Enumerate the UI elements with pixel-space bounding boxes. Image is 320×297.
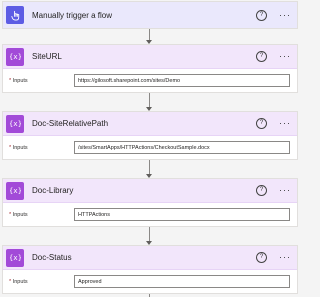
inputs-label-text: Inputs <box>12 211 28 218</box>
inputs-label: * Inputs <box>9 212 74 218</box>
variable-icon: {x} <box>6 248 24 267</box>
action-card-doc-library[interactable]: {x} Doc-Library ? ··· * Inputs HTTPActio… <box>2 178 298 227</box>
action-body: * Inputs /sites/SmartApps/HTTPActions/Ch… <box>3 136 297 159</box>
action-title: Doc-SiteRelativePath <box>32 119 109 128</box>
action-body: * Inputs Approved <box>3 270 297 293</box>
flow-canvas: Manually trigger a flow ? ··· {x} SiteUR… <box>0 0 300 297</box>
action-body: * Inputs https://gilosoft.sharepoint.com… <box>3 69 297 92</box>
more-options-icon[interactable]: ··· <box>279 186 291 195</box>
svg-text:{x}: {x} <box>10 253 21 262</box>
variable-icon: {x} <box>6 181 24 200</box>
action-card-siteurl[interactable]: {x} SiteURL ? ··· * Inputs https://gilos… <box>2 44 298 93</box>
trigger-header[interactable]: Manually trigger a flow ? ··· <box>3 2 297 28</box>
required-marker: * <box>9 211 12 218</box>
trigger-card[interactable]: Manually trigger a flow ? ··· <box>2 1 298 29</box>
action-header[interactable]: {x} Doc-Library ? ··· <box>3 179 297 203</box>
action-title: Doc-Status <box>32 253 72 262</box>
inputs-field[interactable]: /sites/SmartApps/HTTPActions/CheckoutSam… <box>74 141 290 154</box>
help-icon[interactable]: ? <box>256 252 267 263</box>
action-title: Doc-Library <box>32 186 74 195</box>
connector-line <box>149 29 150 40</box>
connector-line <box>149 93 150 107</box>
connector-line <box>149 160 150 174</box>
svg-text:{x}: {x} <box>10 186 21 195</box>
help-icon[interactable]: ? <box>256 9 267 21</box>
hand-touch-icon <box>6 6 24 24</box>
action-title: SiteURL <box>32 52 62 61</box>
variable-icon: {x} <box>6 114 24 133</box>
help-icon[interactable]: ? <box>256 185 267 196</box>
required-marker: * <box>9 278 12 285</box>
variable-icon: {x} <box>6 47 24 66</box>
inputs-field[interactable]: https://gilosoft.sharepoint.com/sites/De… <box>74 74 290 87</box>
help-icon[interactable]: ? <box>256 118 267 129</box>
action-header[interactable]: {x} Doc-Status ? ··· <box>3 246 297 270</box>
action-header[interactable]: {x} SiteURL ? ··· <box>3 45 297 69</box>
action-card-doc-status[interactable]: {x} Doc-Status ? ··· * Inputs Approved <box>2 245 298 294</box>
svg-text:{x}: {x} <box>10 52 21 61</box>
more-options-icon[interactable]: ··· <box>279 119 291 128</box>
inputs-field[interactable]: HTTPActions <box>74 208 290 221</box>
inputs-label: * Inputs <box>9 78 74 84</box>
more-options-icon[interactable]: ··· <box>279 52 291 61</box>
inputs-label-text: Inputs <box>12 77 28 84</box>
inputs-field[interactable]: Approved <box>74 275 290 288</box>
action-header[interactable]: {x} Doc-SiteRelativePath ? ··· <box>3 112 297 136</box>
trigger-title: Manually trigger a flow <box>32 10 113 20</box>
action-body: * Inputs HTTPActions <box>3 203 297 226</box>
required-marker: * <box>9 144 12 151</box>
inputs-label-text: Inputs <box>12 278 28 285</box>
more-options-icon[interactable]: ··· <box>279 10 291 20</box>
inputs-label: * Inputs <box>9 279 74 285</box>
required-marker: * <box>9 77 12 84</box>
connector-line <box>149 227 150 241</box>
help-icon[interactable]: ? <box>256 51 267 62</box>
inputs-label-text: Inputs <box>12 144 28 151</box>
action-card-doc-siterelativepath[interactable]: {x} Doc-SiteRelativePath ? ··· * Inputs … <box>2 111 298 160</box>
svg-text:{x}: {x} <box>10 119 21 128</box>
inputs-label: * Inputs <box>9 145 74 151</box>
more-options-icon[interactable]: ··· <box>279 253 291 262</box>
